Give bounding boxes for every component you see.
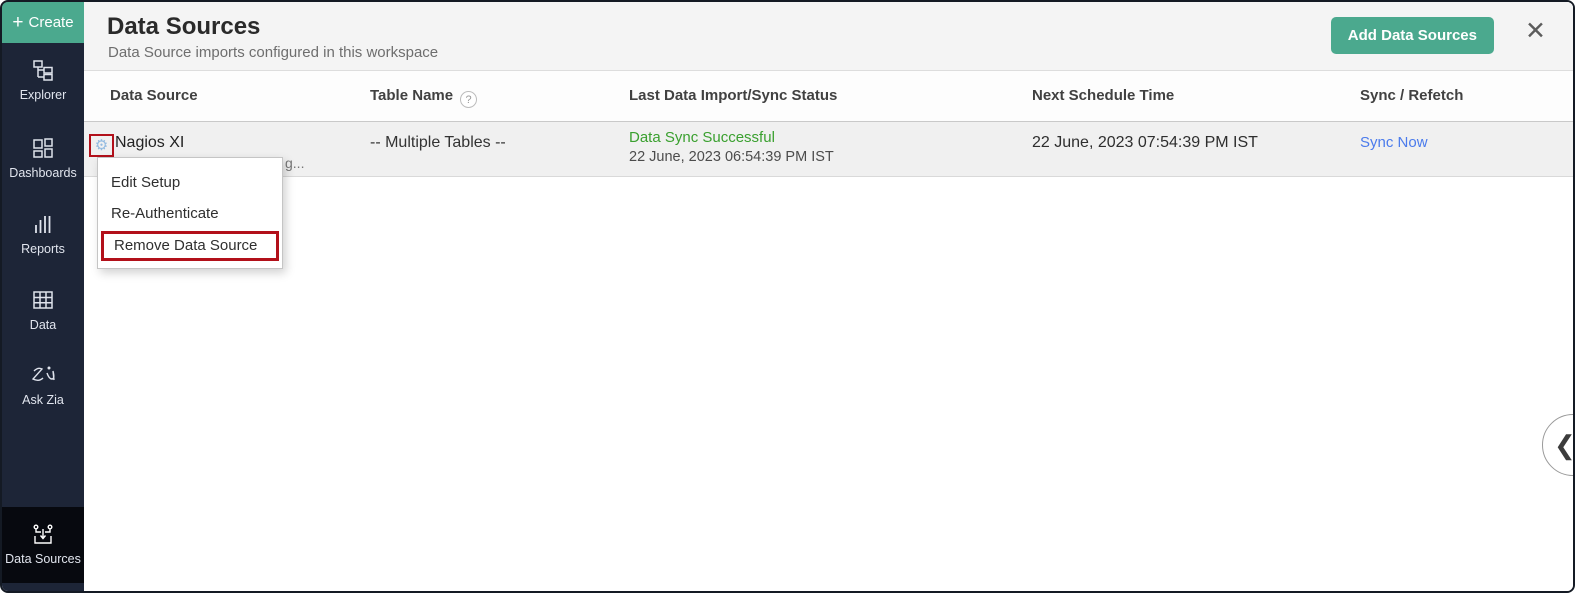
sync-status-text: Data Sync Successful: [629, 129, 775, 146]
page-header: Data Sources Data Source imports configu…: [84, 2, 1573, 71]
sync-status-timestamp: 22 June, 2023 06:54:39 PM IST: [629, 149, 834, 165]
create-button[interactable]: + Create: [2, 2, 84, 43]
sidebar-item-reports[interactable]: Reports: [2, 212, 84, 258]
explorer-icon: [31, 58, 55, 82]
column-header-sync-refetch: Sync / Refetch: [1360, 87, 1464, 104]
sidebar-item-label: Explorer: [19, 88, 67, 102]
sidebar-item-label: Data Sources: [5, 551, 81, 566]
gear-icon[interactable]: ⚙: [95, 138, 108, 153]
sidebar-item-explorer[interactable]: Explorer: [2, 58, 84, 104]
create-button-label: Create: [28, 14, 74, 31]
menu-item-re-authenticate[interactable]: Re-Authenticate: [98, 198, 282, 229]
sidebar-item-data[interactable]: Data: [2, 288, 84, 334]
add-data-sources-button[interactable]: Add Data Sources: [1330, 17, 1494, 54]
context-menu: Edit Setup Re-Authenticate Remove Data S…: [97, 157, 283, 269]
sidebar-item-dashboards[interactable]: Dashboards: [2, 136, 84, 182]
page-title: Data Sources: [107, 13, 261, 40]
data-source-name: Nagios XI: [115, 134, 185, 151]
sidebar-item-label: Data: [29, 318, 57, 332]
main-panel: Data Sources Data Source imports configu…: [84, 2, 1573, 591]
zia-icon: [28, 363, 58, 387]
truncated-subtitle-fragment: g...: [285, 155, 305, 171]
table-header-row: Data Source Table Name? Last Data Import…: [84, 71, 1573, 122]
chevron-left-icon: ❮: [1554, 430, 1575, 460]
column-header-table-name: Table Name?: [370, 87, 478, 108]
column-header-data-source: Data Source: [110, 87, 198, 104]
annotation-box-remove: Remove Data Source: [101, 231, 279, 261]
app-window: + Create Explorer Dashboards Reports Dat…: [0, 0, 1575, 593]
dashboards-icon: [31, 136, 55, 160]
help-icon[interactable]: ?: [460, 91, 478, 108]
sidebar-item-label: Reports: [21, 242, 65, 256]
plus-icon: +: [12, 12, 24, 33]
sidebar: + Create Explorer Dashboards Reports Dat…: [2, 2, 84, 591]
table-name-cell: -- Multiple Tables --: [370, 134, 506, 151]
menu-item-remove-data-source[interactable]: Remove Data Source: [104, 234, 276, 258]
next-schedule-time-cell: 22 June, 2023 07:54:39 PM IST: [1032, 134, 1258, 151]
column-header-next-schedule: Next Schedule Time: [1032, 87, 1175, 104]
table-row: ⚙ Nagios XI g... -- Multiple Tables -- D…: [84, 122, 1573, 177]
sync-now-link[interactable]: Sync Now: [1360, 134, 1428, 151]
sidebar-item-ask-zia[interactable]: Ask Zia: [2, 363, 84, 409]
sidebar-item-data-sources[interactable]: Data Sources: [2, 507, 84, 583]
page-subtitle: Data Source imports configured in this w…: [108, 44, 439, 61]
sidebar-item-label: Ask Zia: [22, 393, 64, 407]
annotation-box-gear: ⚙: [89, 134, 114, 157]
sidebar-item-label: Dashboards: [9, 166, 77, 180]
bar-chart-icon: [31, 212, 55, 236]
close-icon[interactable]: ✕: [1525, 19, 1546, 44]
data-sources-import-icon: [30, 523, 56, 547]
table-icon: [31, 288, 55, 312]
column-header-table-name-label: Table Name: [370, 87, 454, 104]
column-header-last-status: Last Data Import/Sync Status: [629, 87, 838, 104]
collapse-panel-button[interactable]: ❮: [1542, 414, 1575, 476]
menu-item-edit-setup[interactable]: Edit Setup: [98, 167, 282, 198]
